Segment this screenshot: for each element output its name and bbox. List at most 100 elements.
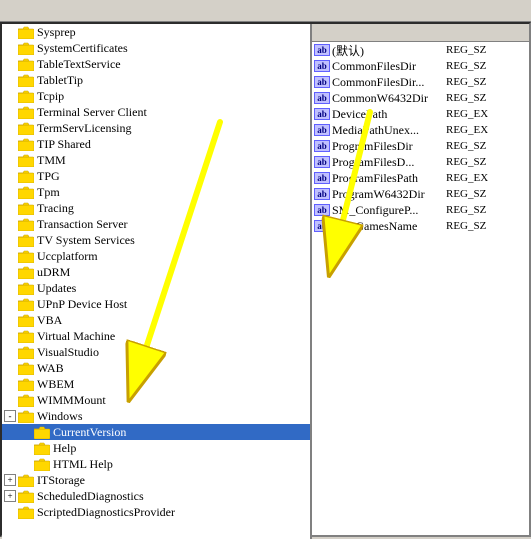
reg-type: REG_SZ [446,220,486,232]
folder-icon [18,473,34,487]
tree-item-label: TableTextService [37,57,121,72]
folder-icon [18,409,34,423]
tree-item[interactable]: WBEM [2,376,310,392]
tree-item[interactable]: WAB [2,360,310,376]
tree-item[interactable]: TMM [2,152,310,168]
tree-item[interactable]: CurrentVersion [2,424,310,440]
reg-type: REG_EX [446,124,488,136]
reg-icon: ab [314,76,330,88]
tree-item-label: Transaction Server [37,217,128,232]
reg-type: REG_SZ [446,204,486,216]
tree-item-label: SystemCertificates [37,41,128,56]
tree-item-label: UPnP Device Host [37,297,127,312]
reg-name: CommonFilesDir [332,59,442,74]
tree-item[interactable]: SystemCertificates [2,40,310,56]
reg-item[interactable]: abDevicePathREG_EX [312,106,529,122]
folder-icon [18,73,34,87]
folder-icon [18,57,34,71]
reg-icon: ab [314,92,330,104]
tree-item[interactable]: Tcpip [2,88,310,104]
tree-item-label: TMM [37,153,66,168]
tree-item[interactable]: VisualStudio [2,344,310,360]
menu-favorites[interactable] [20,10,28,12]
tree-item[interactable]: + ITStorage [2,472,310,488]
reg-name: SM_ConfigureP... [332,203,442,218]
tree-item[interactable]: UPnP Device Host [2,296,310,312]
reg-item[interactable]: abProgramFilesPathREG_EX [312,170,529,186]
folder-icon [18,185,34,199]
tree-item[interactable]: Transaction Server [2,216,310,232]
tree-item-label: TPG [37,169,60,184]
tree-item[interactable]: Updates [2,280,310,296]
tree-item-label: ITStorage [37,473,85,488]
tree-expander[interactable]: + [4,474,16,486]
folder-icon [18,25,34,39]
tree-item[interactable]: Help [2,440,310,456]
folder-icon [18,313,34,327]
folder-icon [18,89,34,103]
tree-item[interactable]: Virtual Machine [2,328,310,344]
tree-item-label: Help [53,441,76,456]
tree-item-label: WAB [37,361,64,376]
reg-type: REG_EX [446,172,488,184]
folder-icon [18,265,34,279]
tree-item[interactable]: WIMMMount [2,392,310,408]
tree-item[interactable]: Sysprep [2,24,310,40]
tree-item-label: CurrentVersion [53,425,126,440]
tree-item[interactable]: HTML Help [2,456,310,472]
tree-item[interactable]: Tpm [2,184,310,200]
tree-item-label: Tracing [37,201,74,216]
folder-icon [18,361,34,375]
tree-item[interactable]: Uccplatform [2,248,310,264]
tree-item[interactable]: uDRM [2,264,310,280]
reg-icon: ab [314,140,330,152]
reg-item[interactable]: ab(默认)REG_SZ [312,42,529,58]
tree-item-label: Updates [37,281,76,296]
reg-icon: ab [314,108,330,120]
reg-item[interactable]: abProgramFilesD...REG_SZ [312,154,529,170]
folder-icon [18,249,34,263]
reg-type: REG_SZ [446,156,486,168]
tree-item[interactable]: Terminal Server Client [2,104,310,120]
folder-icon [18,105,34,119]
reg-type: REG_EX [446,108,488,120]
reg-item[interactable]: abMediaPathUnex...REG_EX [312,122,529,138]
reg-item[interactable]: abSM_ConfigureP...REG_SZ [312,202,529,218]
tree-item[interactable]: - Windows [2,408,310,424]
folder-icon [34,457,50,471]
folder-icon [18,393,34,407]
tree-item-label: Tcpip [37,89,64,104]
reg-icon: ab [314,220,330,232]
reg-item[interactable]: abCommonW6432DirREG_SZ [312,90,529,106]
right-list[interactable]: ab(默认)REG_SZabCommonFilesDirREG_SZabComm… [312,42,529,535]
reg-item[interactable]: abSM_GamesNameREG_SZ [312,218,529,234]
menu-view[interactable] [4,10,12,12]
menubar [0,0,531,22]
folder-icon [18,41,34,55]
tree-expander[interactable]: + [4,490,16,502]
tree-item[interactable]: TermServLicensing [2,120,310,136]
tree-item-label: VisualStudio [37,345,99,360]
folder-icon [18,505,34,519]
reg-item[interactable]: abProgramW6432DirREG_SZ [312,186,529,202]
reg-item[interactable]: abCommonFilesDir...REG_SZ [312,74,529,90]
tree-item[interactable]: TableTextService [2,56,310,72]
tree-item[interactable]: ScriptedDiagnosticsProvider [2,504,310,520]
tree-item[interactable]: TPG [2,168,310,184]
reg-item[interactable]: abProgramFilesDirREG_SZ [312,138,529,154]
tree-item-label: WBEM [37,377,74,392]
menu-help[interactable] [36,10,44,12]
right-pane: ab(默认)REG_SZabCommonFilesDirREG_SZabComm… [312,24,529,535]
tree-item[interactable]: TabletTip [2,72,310,88]
folder-icon [18,489,34,503]
tree-item[interactable]: VBA [2,312,310,328]
tree-item[interactable]: TIP Shared [2,136,310,152]
tree-item[interactable]: Tracing [2,200,310,216]
left-list[interactable]: Sysprep SystemCertificates TableTextServ… [2,24,310,539]
reg-name: ProgramFilesD... [332,155,442,170]
folder-icon [34,441,50,455]
tree-item[interactable]: + ScheduledDiagnostics [2,488,310,504]
reg-item[interactable]: abCommonFilesDirREG_SZ [312,58,529,74]
tree-item[interactable]: TV System Services [2,232,310,248]
tree-expander[interactable]: - [4,410,16,422]
